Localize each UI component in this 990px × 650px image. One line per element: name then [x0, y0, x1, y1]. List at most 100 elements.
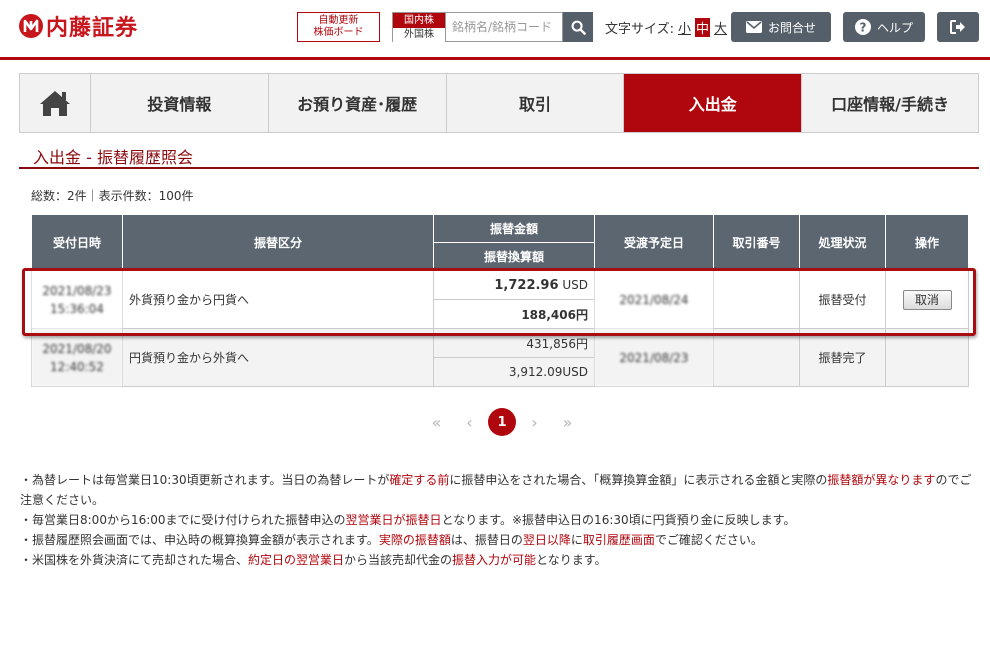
status-cell: 振替完了	[799, 328, 886, 387]
action-cell	[885, 328, 969, 387]
auto-board-line1: 自動更新	[318, 15, 359, 26]
header-divider	[0, 57, 990, 60]
market-selector: 国内株 外国株	[392, 12, 446, 42]
result-summary: 総数：2件｜表示件数：100件	[31, 189, 194, 203]
trade-no-cell	[713, 270, 800, 329]
note-highlight: 振替額が異なります	[827, 473, 936, 487]
amount-cell: 1,722.96 USD	[433, 270, 595, 300]
status-cell: 振替受付	[799, 270, 886, 329]
received-date: 2021/08/23	[42, 283, 112, 298]
nav-investment-info[interactable]: 投資情報	[91, 74, 269, 132]
note-text: ・振替履歴照会画面では、申込時の概算換算金額が表示されます。	[20, 533, 379, 547]
svg-text:?: ?	[860, 20, 867, 34]
transfer-history-table: 受付日時 振替区分 振替金額 受渡予定日 取引番号 処理状況 操作 振替換算額 …	[31, 214, 969, 387]
nav-assets-history[interactable]: お預り資産･履歴	[269, 74, 447, 132]
note-text: でご確認ください。	[654, 533, 763, 547]
pager-first[interactable]: «	[420, 413, 453, 432]
nav-home[interactable]	[20, 74, 91, 132]
font-size-label: 文字サイズ:	[605, 22, 674, 37]
amount-unit: USD	[562, 277, 588, 292]
header-converted: 振替換算額	[433, 242, 595, 271]
note-text: に振替申込をされた場合、「概算換算金額」に表示される金額と実際の	[449, 473, 828, 487]
header-trade-no: 取引番号	[713, 214, 800, 271]
received-date: 2021/08/20	[42, 341, 112, 356]
note-highlight: 確定する前	[389, 473, 450, 487]
note-text: ・毎営業日8:00から16:00までに受け付けられた振替申込の	[20, 513, 346, 527]
category-cell: 外貨預り金から円貨へ	[122, 270, 434, 329]
received-time: 12:40:52	[50, 359, 104, 374]
category-cell: 円貨預り金から外貨へ	[122, 328, 434, 387]
received-datetime-cell: 2021/08/23 15:36:04	[31, 270, 123, 329]
note-highlight: 振替入力が可能	[452, 553, 537, 567]
auto-stock-board-button[interactable]: 自動更新 株価ボード	[297, 12, 380, 42]
font-size-selector: 文字サイズ: 小 中 大	[605, 18, 728, 37]
amount-cell: 431,856円	[433, 328, 595, 358]
note-highlight: 翌営業日が振替日	[345, 513, 442, 527]
pager-current[interactable]: 1	[488, 408, 516, 436]
search-button[interactable]	[563, 12, 593, 42]
logo-text: 内藤証券	[46, 16, 139, 41]
note-item: ・為替レートは毎営業日10:30頃更新されます。当日の為替レートが確定する前に振…	[20, 470, 980, 510]
note-text: となります。	[536, 553, 607, 567]
main-nav: 投資情報 お預り資産･履歴 取引 入出金 口座情報/手続き	[19, 73, 979, 133]
nav-trade[interactable]: 取引	[447, 74, 625, 132]
title-divider	[19, 167, 979, 169]
header-received: 受付日時	[31, 214, 123, 271]
note-item: ・毎営業日8:00から16:00までに受け付けられた振替申込の翌営業日が振替日と…	[20, 510, 980, 530]
help-label: ヘルプ	[876, 20, 913, 35]
nav-account-info[interactable]: 口座情報/手続き	[802, 74, 978, 132]
note-item: ・米国株を外貨決済にて売却された場合、約定日の翌営業日から当該売却代金の振替入力…	[20, 550, 980, 570]
converted-cell: 188,406円	[433, 299, 595, 329]
logo[interactable]: 内藤証券	[18, 10, 138, 42]
home-icon	[39, 91, 70, 116]
note-text: は、振替日の	[450, 533, 523, 547]
cancel-button[interactable]: 取消	[902, 289, 952, 310]
table-row: 2021/08/20 12:40:52 円貨預り金から外貨へ 431,856円 …	[31, 328, 969, 387]
note-highlight: 翌日以降	[522, 533, 571, 547]
help-icon: ?	[854, 19, 871, 35]
auto-board-line2: 株価ボード	[313, 27, 364, 38]
contact-button[interactable]: お問合せ	[731, 12, 831, 42]
header: 内藤証券 自動更新 株価ボード 国内株 外国株 文字サイズ: 小 中 大 お問合…	[0, 0, 990, 56]
table-row: 2021/08/23 15:36:04 外貨預り金から円貨へ 1,722.96 …	[31, 270, 969, 329]
pagination: « ‹ 1 › »	[420, 408, 584, 436]
header-amount: 振替金額	[433, 214, 595, 243]
font-size-medium[interactable]: 中	[695, 18, 711, 37]
header-settle-date: 受渡予定日	[594, 214, 714, 271]
notes: ・為替レートは毎営業日10:30頃更新されます。当日の為替レートが確定する前に振…	[20, 470, 980, 570]
mail-icon	[745, 21, 762, 33]
nav-deposit-withdrawal[interactable]: 入出金	[624, 74, 803, 132]
logout-button[interactable]	[937, 12, 979, 42]
note-highlight: 取引履歴画面	[582, 533, 655, 547]
note-text: に	[570, 533, 583, 547]
stock-search-input[interactable]	[446, 12, 563, 42]
header-status: 処理状況	[799, 214, 886, 271]
market-foreign-option[interactable]: 外国株	[393, 28, 445, 42]
header-action: 操作	[885, 214, 969, 271]
trade-no-cell	[713, 328, 800, 387]
stock-search: 国内株 外国株	[392, 12, 593, 42]
market-domestic-option[interactable]: 国内株	[393, 13, 445, 28]
header-category: 振替区分	[122, 214, 434, 271]
note-text: ・為替レートは毎営業日10:30頃更新されます。当日の為替レートが	[20, 473, 390, 487]
note-text: ・米国株を外貨決済にて売却された場合、	[20, 553, 249, 567]
logo-mark-icon	[19, 14, 43, 38]
search-icon	[571, 20, 586, 35]
contact-label: お問合せ	[767, 20, 816, 35]
pager-next[interactable]: ›	[518, 413, 551, 432]
font-size-large[interactable]: 大	[713, 18, 728, 37]
help-button[interactable]: ? ヘルプ	[843, 12, 925, 42]
note-text: から当該売却代金の	[344, 553, 453, 567]
pager-last[interactable]: »	[551, 413, 584, 432]
action-cell: 取消	[885, 270, 969, 329]
font-size-small[interactable]: 小	[677, 18, 692, 37]
settle-date-cell: 2021/08/23	[594, 328, 714, 387]
settle-date-cell: 2021/08/24	[594, 270, 714, 329]
note-highlight: 約定日の翌営業日	[248, 553, 345, 567]
received-time: 15:36:04	[50, 301, 104, 316]
pager-prev[interactable]: ‹	[453, 413, 486, 432]
note-highlight: 実際の振替額	[378, 533, 451, 547]
logout-icon	[950, 20, 965, 34]
received-datetime-cell: 2021/08/20 12:40:52	[31, 328, 123, 387]
converted-cell: 3,912.09USD	[433, 357, 595, 387]
